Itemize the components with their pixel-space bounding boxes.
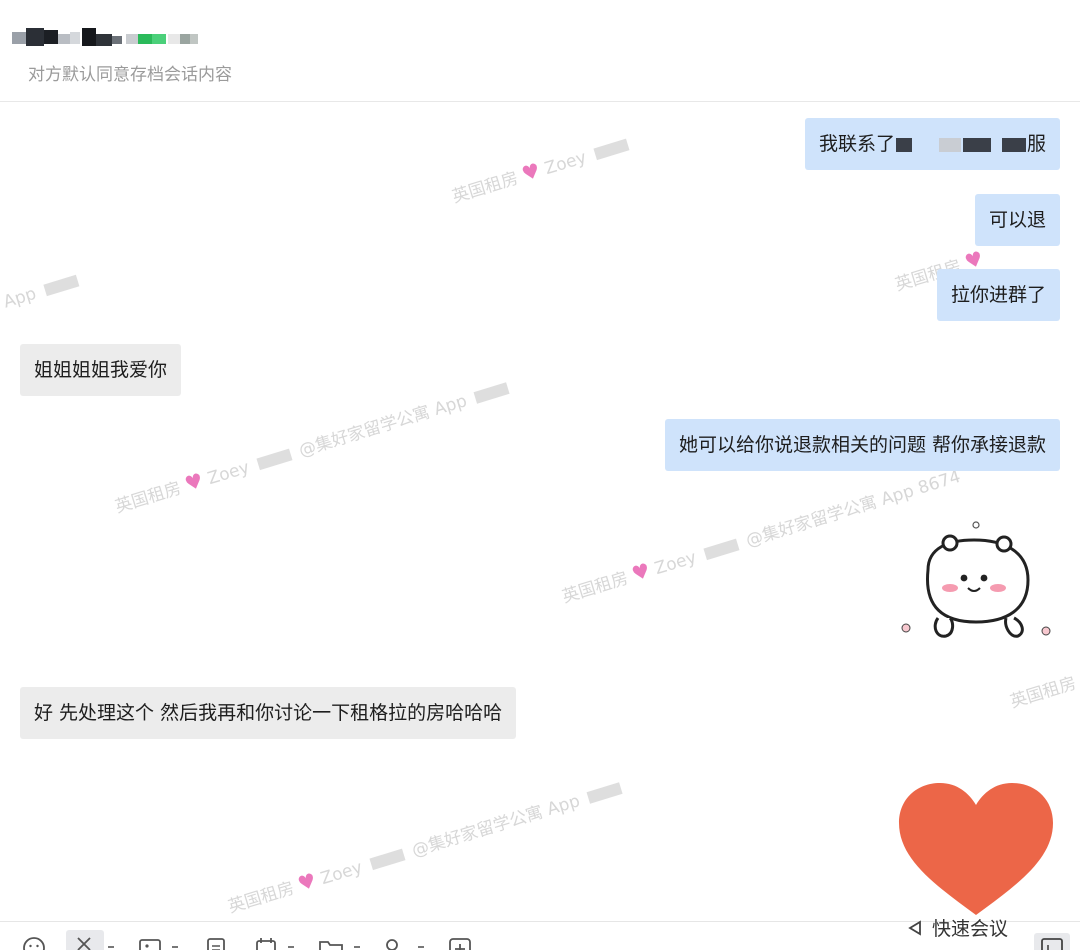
bear-face-sticker[interactable] bbox=[898, 518, 1058, 653]
chat-header: 对方默认同意存档会话内容 bbox=[0, 0, 1080, 102]
watermark-user: Zoey bbox=[652, 547, 699, 580]
message-list[interactable]: 英国租房 ♥ Zoey 英国租房 ♥ App 英国租房 ♥ Zoey @集好家留… bbox=[0, 103, 1080, 920]
chevron-down-icon[interactable] bbox=[418, 946, 424, 948]
archive-consent-notice: 对方默认同意存档会话内容 bbox=[28, 65, 232, 85]
watermark: 英国租房 bbox=[1006, 669, 1079, 713]
chevron-down-icon[interactable] bbox=[288, 946, 294, 948]
watermark-user: Zoey bbox=[542, 147, 589, 180]
message-text: 服 bbox=[1026, 133, 1046, 155]
watermark-prefix: 英国租房 bbox=[225, 878, 297, 918]
contact-name-pixelated bbox=[12, 28, 202, 50]
redacted-text bbox=[895, 137, 912, 152]
watermark-app: App bbox=[1, 283, 39, 313]
message-text: 拉你进群了 bbox=[950, 284, 1046, 306]
megaphone-icon bbox=[908, 920, 921, 936]
chevron-down-icon[interactable] bbox=[354, 946, 360, 948]
watermark-app: App bbox=[544, 791, 583, 820]
panel-icon[interactable] bbox=[1034, 933, 1070, 950]
message-text: 可以退 bbox=[988, 209, 1046, 231]
outgoing-message[interactable]: 她可以给你说退款相关的问题 帮你承接退款 bbox=[664, 419, 1060, 471]
outgoing-message[interactable]: 可以退 bbox=[974, 194, 1060, 246]
incoming-message[interactable]: 姐姐姐姐我爱你 bbox=[20, 344, 182, 396]
message-text: 我联系了 bbox=[818, 133, 895, 155]
document-icon[interactable] bbox=[204, 936, 228, 950]
message-text: 姐姐姐姐我爱你 bbox=[34, 359, 168, 381]
heart-icon: ♥ bbox=[294, 867, 320, 896]
watermark-user: Zoey bbox=[318, 857, 365, 890]
image-icon[interactable] bbox=[138, 936, 162, 950]
watermark-code: 8674 bbox=[915, 466, 963, 499]
watermark-app: App bbox=[878, 481, 917, 510]
watermark: 英国租房 ♥ Zoey bbox=[448, 129, 634, 208]
chat-window: 对方默认同意存档会话内容 英国租房 ♥ Zoey 英国租房 ♥ App 英国租房… bbox=[0, 0, 1080, 950]
watermark-company: @集好家留学公寓 bbox=[743, 492, 880, 552]
watermark-prefix: 英国租房 bbox=[449, 168, 521, 208]
calendar-icon[interactable] bbox=[254, 936, 278, 950]
chevron-down-icon[interactable] bbox=[172, 946, 178, 948]
outgoing-message[interactable]: 拉你进群了 bbox=[936, 269, 1060, 321]
heart-icon: ♥ bbox=[181, 467, 207, 496]
folder-icon[interactable] bbox=[318, 936, 344, 950]
redacted-text bbox=[962, 137, 991, 152]
screenshot-icon[interactable] bbox=[66, 930, 104, 950]
emoji-icon[interactable] bbox=[22, 936, 46, 950]
watermark-app: App bbox=[431, 391, 470, 420]
quick-meeting-label: 快速会议 bbox=[932, 918, 1009, 940]
heart-icon: ♥ bbox=[628, 557, 654, 586]
watermark-prefix: 英国租房 bbox=[559, 568, 631, 608]
incoming-message[interactable]: 好 先处理这个 然后我再和你讨论一下租格拉的房哈哈哈 bbox=[20, 687, 517, 739]
watermark-user: Zoey bbox=[205, 457, 252, 490]
message-text: 好 先处理这个 然后我再和你讨论一下租格拉的房哈哈哈 bbox=[34, 702, 503, 724]
watermark-company: @集好家留学公寓 bbox=[296, 402, 433, 462]
watermark-company: @集好家留学公寓 bbox=[409, 802, 546, 862]
heart-icon: ♥ bbox=[518, 157, 544, 186]
chevron-down-icon[interactable] bbox=[108, 946, 114, 948]
watermark: 英国租房 ♥ Zoey @集好家留学公寓 App bbox=[224, 772, 627, 917]
redacted-text bbox=[938, 137, 961, 152]
watermark-prefix: 英国租房 bbox=[112, 478, 184, 518]
outgoing-message[interactable]: 我联系了 服 bbox=[804, 118, 1060, 170]
watermark: App bbox=[1, 270, 84, 313]
watermark-prefix: 英国租房 bbox=[1007, 673, 1079, 713]
redacted-text bbox=[1001, 137, 1026, 152]
plus-icon[interactable] bbox=[448, 936, 472, 950]
red-heart-sticker[interactable] bbox=[895, 781, 1057, 919]
message-text: 她可以给你说退款相关的问题 帮你承接退款 bbox=[678, 434, 1046, 456]
location-icon[interactable] bbox=[380, 936, 404, 950]
